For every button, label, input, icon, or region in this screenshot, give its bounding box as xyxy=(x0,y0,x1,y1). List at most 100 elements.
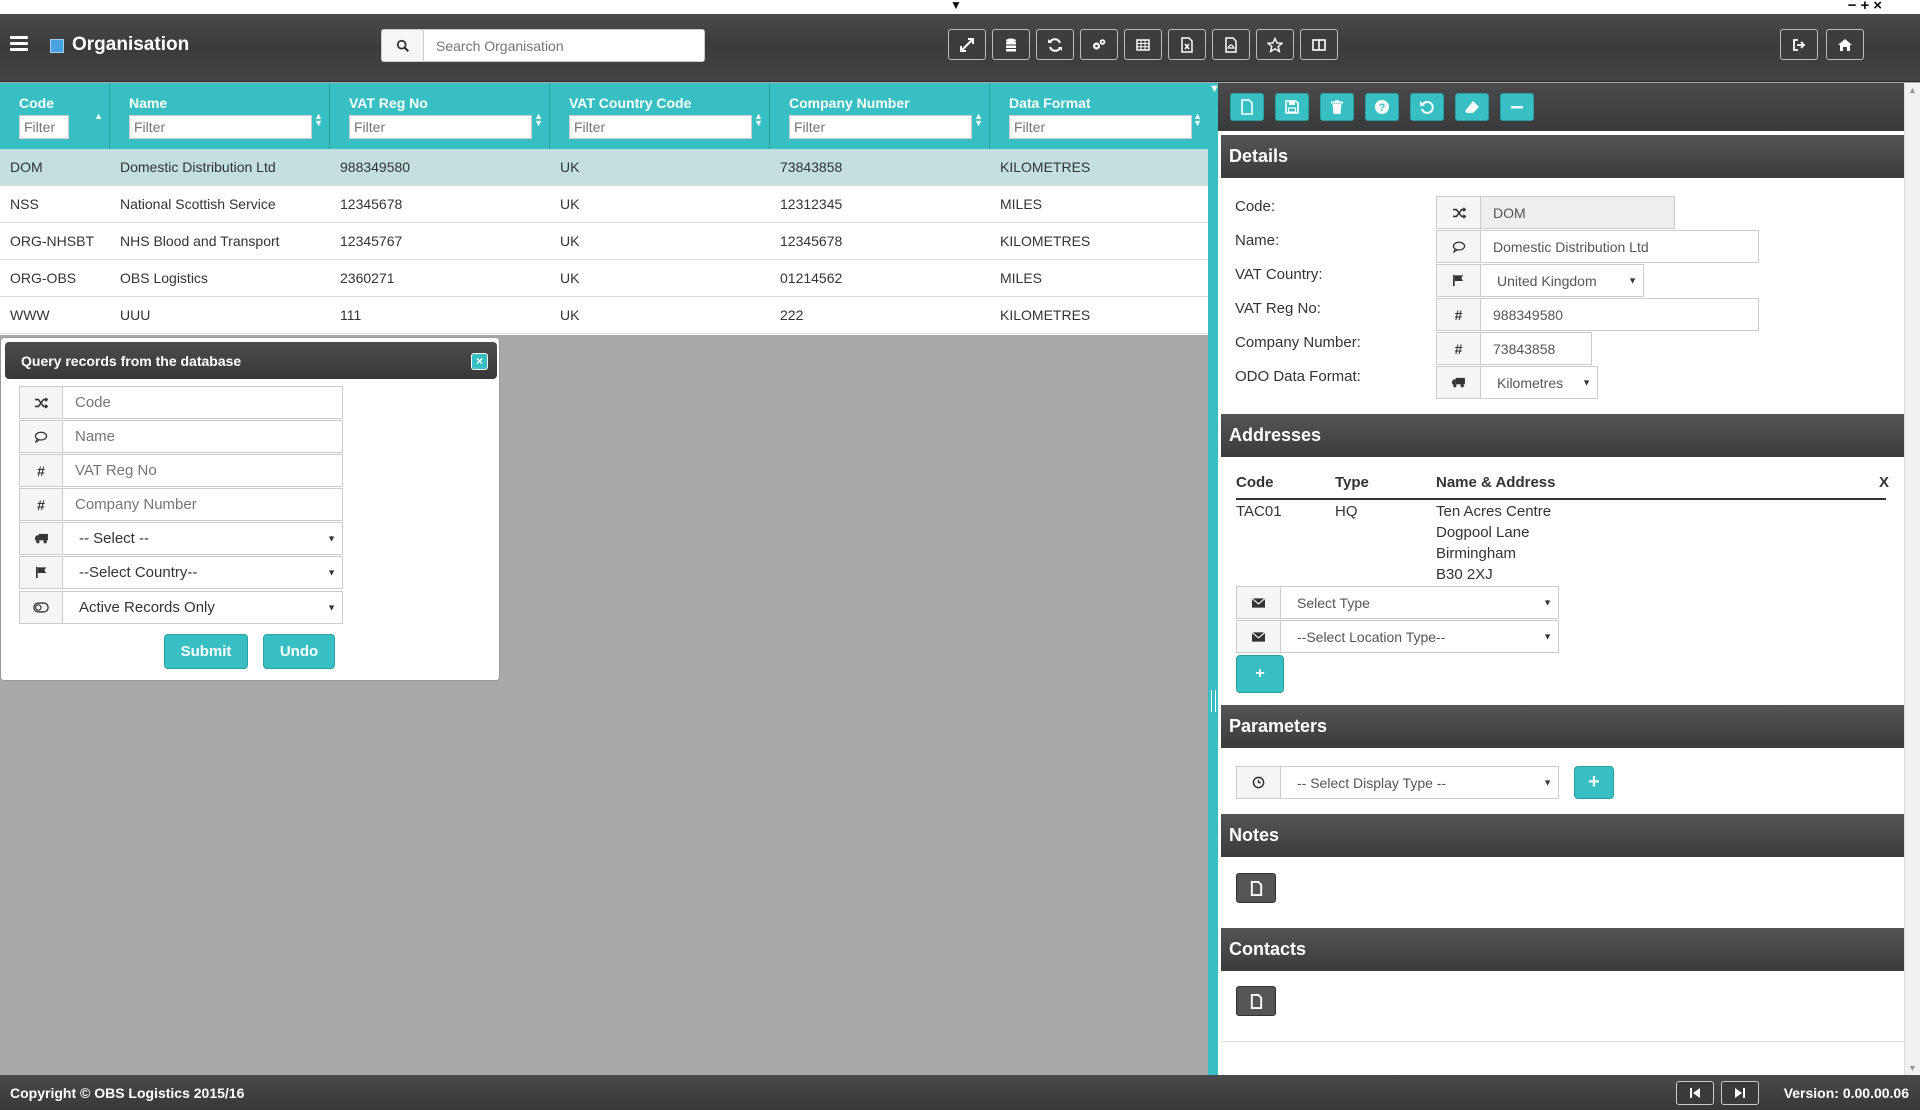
select-value: --Select Country-- xyxy=(79,564,198,581)
query-active-select[interactable]: Active Records Only ▼ xyxy=(63,592,342,623)
filter-vat-input[interactable] xyxy=(349,115,532,139)
columns-icon[interactable] xyxy=(1300,29,1338,60)
sort-icon[interactable]: ▲ ▼ xyxy=(314,112,323,128)
column-header-vat-country[interactable]: VAT Country Code ▲▼ xyxy=(550,83,770,149)
sort-icon[interactable]: ▲ ▼ xyxy=(754,112,763,128)
menu-icon[interactable] xyxy=(10,36,28,52)
name-input[interactable]: Domestic Distribution Ltd xyxy=(1481,231,1758,262)
add-note-button[interactable] xyxy=(1236,873,1276,903)
window-controls[interactable]: −+× xyxy=(1848,0,1886,14)
envelope-icon xyxy=(1237,587,1281,618)
address-line-2: Dogpool Lane xyxy=(1436,524,1530,541)
cell-company: 01214562 xyxy=(780,270,843,286)
parameters-section-header[interactable]: Parameters xyxy=(1221,705,1904,748)
search-icon[interactable] xyxy=(382,30,424,61)
trash-icon[interactable] xyxy=(1320,93,1354,121)
details-section-header[interactable]: Details xyxy=(1221,135,1904,178)
address-col-type: Type xyxy=(1335,474,1369,491)
table-row[interactable]: ORG-NHSBT NHS Blood and Transport 123457… xyxy=(0,223,1208,260)
address-remove-header[interactable]: X xyxy=(1879,474,1889,491)
column-header-name[interactable]: Name ▲▼ xyxy=(110,83,330,149)
caret-down-icon: ▼ xyxy=(1543,631,1552,641)
query-dialog-title: Query records from the database xyxy=(21,353,242,369)
column-header-data-format[interactable]: Data Format ▲▼ xyxy=(990,83,1208,149)
expand-icon[interactable] xyxy=(948,29,986,60)
cell-company: 73843858 xyxy=(780,159,843,175)
cogs-icon[interactable] xyxy=(1080,29,1118,60)
save-icon[interactable] xyxy=(1275,93,1309,121)
odo-format-select[interactable]: Kilometres ▼ xyxy=(1481,367,1597,398)
query-country-select[interactable]: --Select Country-- ▼ xyxy=(63,557,342,588)
cell-name: Domestic Distribution Ltd xyxy=(120,159,276,175)
detail-scrollbar[interactable]: ▲ ▼ xyxy=(1904,83,1920,1075)
excel-icon[interactable] xyxy=(1168,29,1206,60)
last-record-icon[interactable] xyxy=(1721,1081,1759,1105)
close-icon[interactable]: × xyxy=(471,353,488,370)
vat-country-select[interactable]: United Kingdom ▼ xyxy=(1481,265,1643,296)
minus-icon[interactable] xyxy=(1500,93,1534,121)
query-code-input[interactable] xyxy=(63,387,342,418)
query-name-input[interactable] xyxy=(63,421,342,452)
display-type-select[interactable]: -- Select Display Type -- ▼ xyxy=(1281,767,1558,798)
cell-vat-reg: 12345767 xyxy=(340,233,403,249)
query-vat-input[interactable] xyxy=(63,455,342,486)
table-row[interactable]: ORG-OBS OBS Logistics 2360271 UK 0121456… xyxy=(0,260,1208,297)
filter-company-input[interactable] xyxy=(789,115,972,139)
pdf-icon[interactable] xyxy=(1212,29,1250,60)
column-header-company[interactable]: Company Number ▲▼ xyxy=(770,83,990,149)
refresh-icon[interactable] xyxy=(1036,29,1074,60)
submit-button[interactable]: Submit xyxy=(164,634,248,669)
address-col-name: Name & Address xyxy=(1436,474,1556,491)
column-header-vat-reg[interactable]: VAT Reg No ▲▼ xyxy=(330,83,550,149)
undo-icon[interactable] xyxy=(1410,93,1444,121)
panel-splitter[interactable]: ▼ xyxy=(1208,83,1220,1075)
caret-down-icon: ▼ xyxy=(1543,777,1552,787)
address-type-select[interactable]: Select Type ▼ xyxy=(1281,587,1558,618)
cell-name: National Scottish Service xyxy=(120,196,276,212)
location-type-select[interactable]: --Select Location Type-- ▼ xyxy=(1281,621,1558,652)
header-right-buttons xyxy=(1780,29,1864,60)
query-format-select[interactable]: -- Select -- ▼ xyxy=(63,523,342,554)
filter-name-input[interactable] xyxy=(129,115,312,139)
eraser-icon[interactable] xyxy=(1455,93,1489,121)
notes-section-header[interactable]: Notes xyxy=(1221,814,1904,857)
home-icon[interactable] xyxy=(1826,29,1864,60)
hash-icon: # xyxy=(1437,299,1481,330)
table-row[interactable]: NSS National Scottish Service 12345678 U… xyxy=(0,186,1208,223)
column-header-code[interactable]: Code ▲ xyxy=(0,83,110,149)
select-value: Kilometres xyxy=(1497,374,1564,391)
contacts-section-header[interactable]: Contacts xyxy=(1221,928,1904,971)
filter-country-input[interactable] xyxy=(569,115,752,139)
new-document-icon[interactable] xyxy=(1230,93,1264,121)
database-icon[interactable] xyxy=(992,29,1030,60)
splitter-grip[interactable] xyxy=(1211,690,1216,712)
undo-button[interactable]: Undo xyxy=(263,634,335,669)
sort-icon[interactable]: ▲ ▼ xyxy=(1193,112,1202,128)
table-row[interactable]: DOM Domestic Distribution Ltd 988349580 … xyxy=(0,149,1208,186)
select-value: -- Select Display Type -- xyxy=(1297,774,1447,791)
addresses-section-header[interactable]: Addresses xyxy=(1221,414,1904,457)
sort-icon[interactable]: ▲ xyxy=(94,112,103,121)
help-icon[interactable]: ? xyxy=(1365,93,1399,121)
cell-name: OBS Logistics xyxy=(120,270,208,286)
company-number-input[interactable]: 73843858 xyxy=(1481,333,1591,364)
filter-format-input[interactable] xyxy=(1009,115,1192,139)
sort-icon[interactable]: ▲ ▼ xyxy=(974,112,983,128)
sort-icon[interactable]: ▲ ▼ xyxy=(534,112,543,128)
add-contact-button[interactable] xyxy=(1236,986,1276,1016)
search-input[interactable] xyxy=(424,30,704,61)
collapse-arrow-icon[interactable]: ▼ xyxy=(950,0,962,12)
table-icon[interactable] xyxy=(1124,29,1162,60)
table-row[interactable]: WWW UUU 111 UK 222 KILOMETRES xyxy=(0,297,1208,334)
star-icon[interactable] xyxy=(1256,29,1294,60)
logout-icon[interactable] xyxy=(1780,29,1818,60)
vat-reg-input[interactable]: 988349580 xyxy=(1481,299,1758,330)
add-address-button[interactable]: + xyxy=(1236,655,1284,693)
first-record-icon[interactable] xyxy=(1676,1081,1714,1105)
scroll-up-icon[interactable]: ▲ xyxy=(1908,85,1917,95)
caret-down-icon: ▼ xyxy=(1543,597,1552,607)
query-company-input[interactable] xyxy=(63,489,342,520)
scroll-down-icon[interactable]: ▼ xyxy=(1908,1063,1917,1073)
add-parameter-button[interactable]: + xyxy=(1574,766,1614,799)
filter-code-input[interactable] xyxy=(19,115,69,139)
